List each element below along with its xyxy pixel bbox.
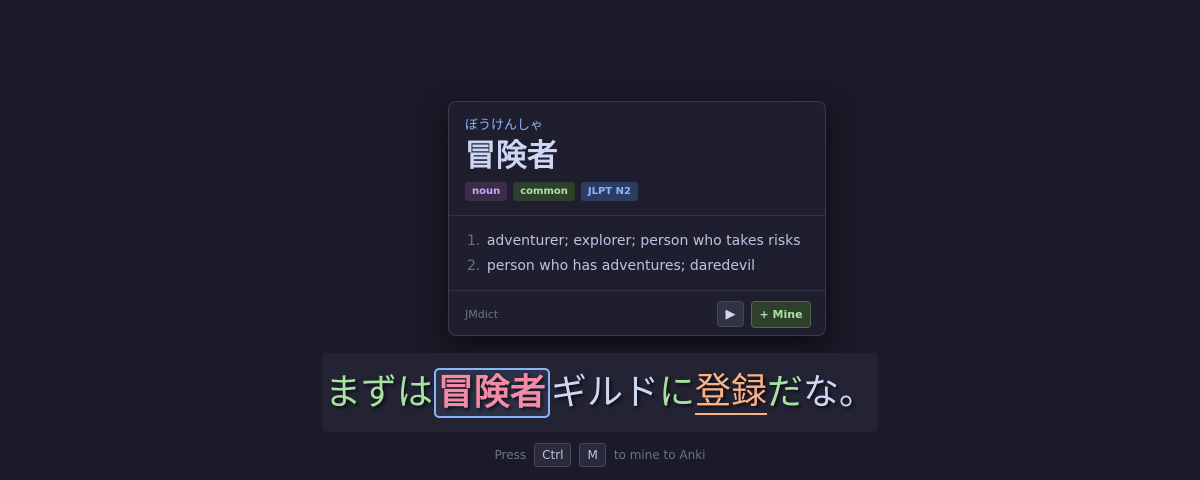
tag-list: noun common JLPT N2 xyxy=(465,182,809,201)
definition-number: 2. xyxy=(467,258,481,274)
play-icon: ▶ xyxy=(725,306,736,322)
popup-footer: JMdict ▶ + Mine xyxy=(449,291,825,335)
tag-jlpt: JLPT N2 xyxy=(580,182,638,201)
dictionary-source: JMdict xyxy=(465,308,499,321)
hint-prefix: Press xyxy=(494,448,527,462)
reading-text: ぼうけんしゃ xyxy=(465,118,544,133)
shortcut-hint: Press Ctrl M to mine to Anki xyxy=(0,443,1200,467)
definition-list: 1. adventurer; explorer; person who take… xyxy=(449,216,825,291)
subtitle-word[interactable]: ギルド xyxy=(551,370,659,416)
subtitle-line: まずは 冒険者 ギルド に 登録 だ な。 xyxy=(322,353,878,432)
subtitle-word[interactable]: まずは xyxy=(325,370,433,416)
reader-stage: ぼうけんしゃ 冒険者 noun common JLPT N2 1. advent… xyxy=(0,0,1200,480)
subtitle-word-underlined[interactable]: 登録 xyxy=(695,371,768,415)
ctrl-key: Ctrl xyxy=(534,443,572,467)
definition-number: 1. xyxy=(467,233,481,249)
hint-suffix: to mine to Anki xyxy=(613,448,706,462)
definition-text: person who has adventures; daredevil xyxy=(486,258,755,274)
headword: 冒険者 xyxy=(465,138,558,174)
tag-common: common xyxy=(513,182,575,201)
m-key: M xyxy=(579,443,606,467)
subtitle-word[interactable]: な。 xyxy=(803,370,875,416)
popup-header: ぼうけんしゃ 冒険者 noun common JLPT N2 xyxy=(449,102,825,216)
tag-noun: noun xyxy=(465,182,508,201)
subtitle-word[interactable]: だ xyxy=(767,370,803,416)
play-audio-button[interactable]: ▶ xyxy=(717,301,744,327)
dictionary-popup: ぼうけんしゃ 冒険者 noun common JLPT N2 1. advent… xyxy=(448,101,826,336)
definition-item: 2. person who has adventures; daredevil xyxy=(467,254,807,279)
definition-item: 1. adventurer; explorer; person who take… xyxy=(467,229,807,254)
subtitle-word-selected[interactable]: 冒険者 xyxy=(433,367,550,418)
definition-text: adventurer; explorer; person who takes r… xyxy=(486,233,801,249)
mine-button[interactable]: + Mine xyxy=(751,301,811,328)
subtitle-word[interactable]: に xyxy=(659,370,695,416)
